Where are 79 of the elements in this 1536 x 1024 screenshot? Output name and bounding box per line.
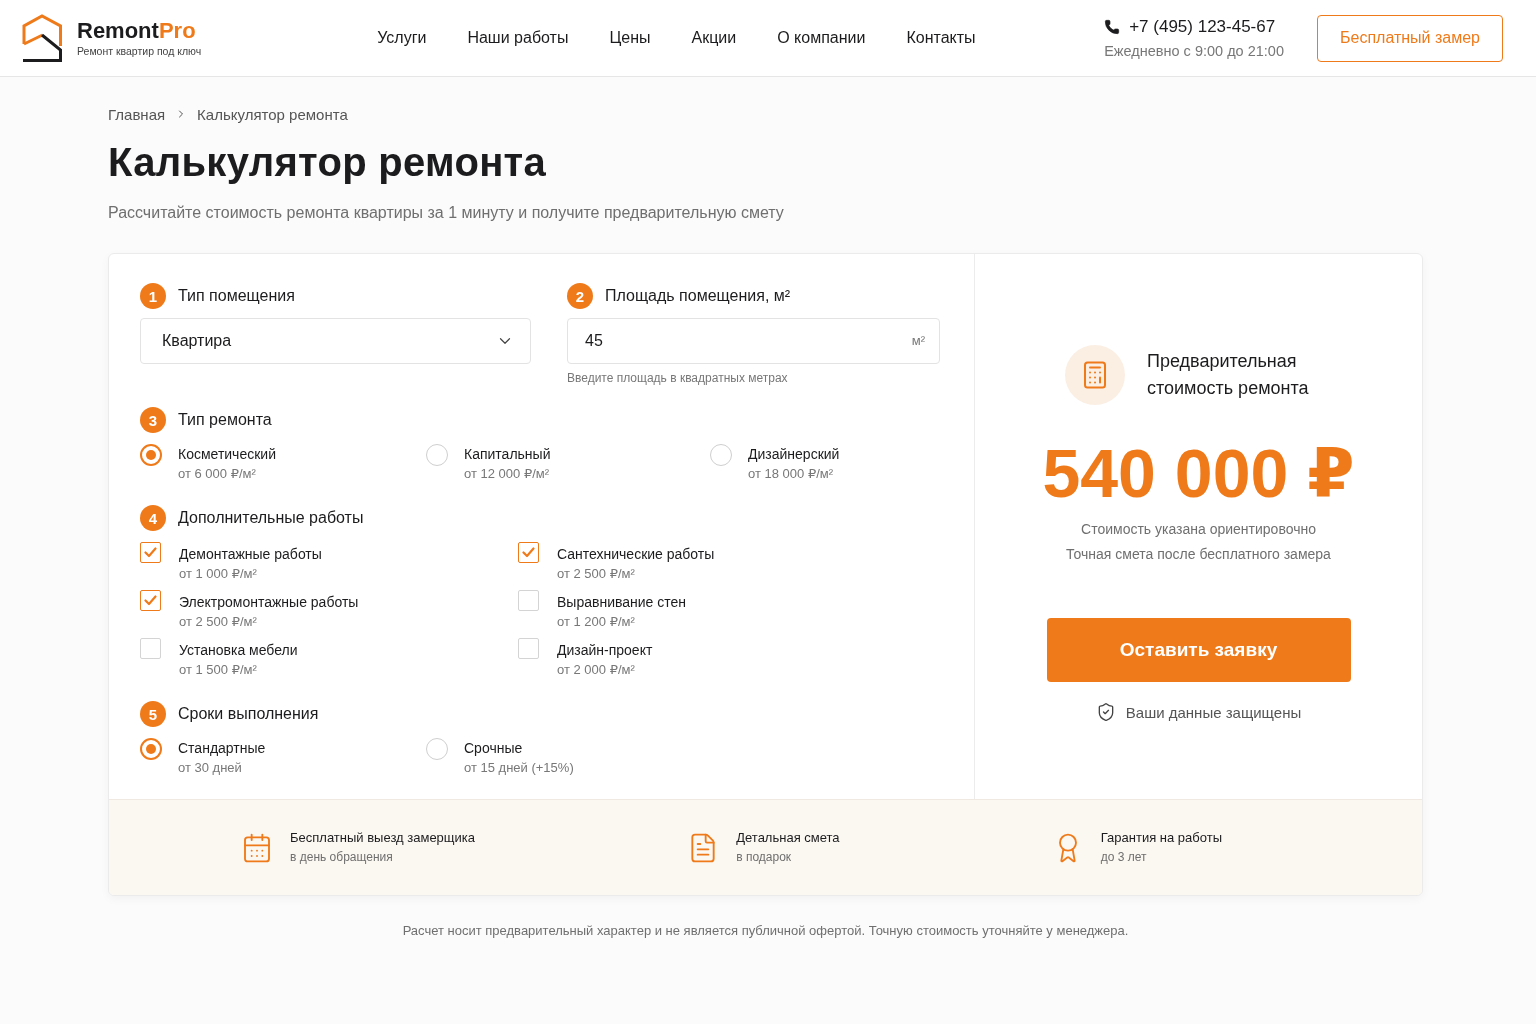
step-number: 5: [140, 701, 166, 727]
option-label: Установка мебели: [179, 641, 298, 659]
radio-button[interactable]: [426, 738, 448, 760]
checkbox[interactable]: [140, 638, 161, 659]
nav-link[interactable]: Контакты: [906, 29, 976, 47]
nav-link[interactable]: Акции: [691, 29, 737, 47]
breadcrumb-link[interactable]: Калькулятор ремонта: [197, 105, 348, 123]
benefit-subtitle: до 3 лет: [1100, 850, 1148, 865]
working-hours: Ежедневно с 9:00 до 21:00: [1104, 43, 1284, 59]
section-title: Тип помещения: [178, 287, 295, 305]
nav-link[interactable]: Цены: [609, 29, 651, 47]
logo-tagline: Ремонт квартир под ключ: [77, 45, 202, 58]
option-detail: от 12 000 ₽/м²: [464, 465, 551, 483]
section-title: Тип ремонта: [178, 411, 272, 429]
nav-link[interactable]: Наши работы: [467, 29, 569, 47]
benefit-subtitle: в день обращения: [290, 850, 394, 865]
phone-number[interactable]: +7 (495) 123-45-67: [1129, 17, 1276, 37]
result-title: Предварительная стоимость ремонта: [1147, 350, 1310, 400]
benefit-title: Бесплатный выезд замерщика: [290, 830, 475, 846]
nav-link[interactable]: О компании: [777, 29, 866, 47]
option-detail: от 30 дней: [178, 759, 243, 777]
section-title: Дополнительные работы: [178, 509, 364, 527]
option-detail: от 6 000 ₽/м²: [178, 465, 257, 483]
step-number: 3: [140, 407, 166, 433]
disclaimer-text: Расчет носит предварительный характер и не является публичной офертой. Точную стоимость уточняйте у менеджера.: [401, 923, 1130, 939]
breadcrumb-link[interactable]: Главная: [108, 105, 166, 123]
option-label: Капитальный: [464, 445, 551, 463]
benefit-subtitle: в подарок: [736, 850, 793, 865]
option-label: Дизайнерский: [748, 445, 840, 463]
step-number: 2: [567, 283, 593, 309]
calendar-icon: [241, 831, 273, 864]
option-detail: от 15 дней (+15%): [464, 759, 574, 777]
radio-button[interactable]: [426, 444, 448, 466]
unit-label: м²: [911, 333, 925, 349]
step-number: 1: [140, 283, 166, 309]
checkbox[interactable]: [518, 542, 539, 563]
option-label: Демонтажные работы: [179, 545, 322, 563]
option-label: Сантехнические работы: [557, 545, 715, 563]
page-title: Калькулятор ремонта: [108, 139, 548, 186]
option-label: Косметический: [178, 445, 276, 463]
option-label: Стандартные: [178, 739, 266, 757]
helper-text: Введите площадь в квадратных метрах: [567, 371, 789, 385]
checkmark-icon: [522, 547, 535, 558]
radio-button[interactable]: [140, 738, 162, 760]
option-detail: от 2 500 ₽/м²: [179, 613, 258, 631]
estimated-price: 540 000 ₽: [1042, 435, 1355, 511]
checkbox[interactable]: [140, 590, 161, 611]
phone-icon: [1104, 19, 1121, 35]
option-detail: от 2 500 ₽/м²: [557, 565, 636, 583]
house-logo-icon: [22, 14, 62, 62]
benefit-title: Гарантия на работы: [1100, 830, 1222, 846]
section-title: Сроки выполнения: [178, 705, 319, 723]
option-detail: от 1 000 ₽/м²: [179, 565, 258, 583]
secure-note: Ваши данные защищены: [1125, 703, 1302, 721]
option-label: Срочные: [464, 739, 524, 757]
checkmark-icon: [144, 595, 157, 606]
radio-button[interactable]: [140, 444, 162, 466]
radio-button[interactable]: [710, 444, 732, 466]
price-note: Точная смета после бесплатного замера: [1066, 545, 1331, 564]
benefit-title: Детальная смета: [736, 830, 840, 846]
option-label: Дизайн-проект: [557, 641, 653, 659]
step-number: 4: [140, 505, 166, 531]
logo-wordmark: RemontPro: [77, 20, 197, 43]
checkbox[interactable]: [140, 542, 161, 563]
room-type-select[interactable]: Квартира: [140, 318, 531, 364]
page-subtitle: Рассчитайте стоимость ремонта квартиры за 1 минуту и получите предварительную смету: [108, 203, 785, 223]
calculator-icon: [1065, 345, 1125, 405]
price-note: Стоимость указана ориентировочно: [1081, 520, 1316, 539]
nav-link[interactable]: Услуги: [377, 29, 427, 47]
option-detail: от 1 500 ₽/м²: [179, 661, 258, 679]
checkbox[interactable]: [518, 638, 539, 659]
option-detail: от 2 000 ₽/м²: [557, 661, 636, 679]
section-title: Площадь помещения, м²: [605, 287, 791, 305]
option-label: Выравнивание стен: [557, 593, 687, 611]
checkbox[interactable]: [518, 590, 539, 611]
option-label: Электромонтажные работы: [179, 593, 359, 611]
checkmark-icon: [144, 547, 157, 558]
option-detail: от 1 200 ₽/м²: [557, 613, 636, 631]
option-detail: от 18 000 ₽/м²: [748, 465, 835, 483]
